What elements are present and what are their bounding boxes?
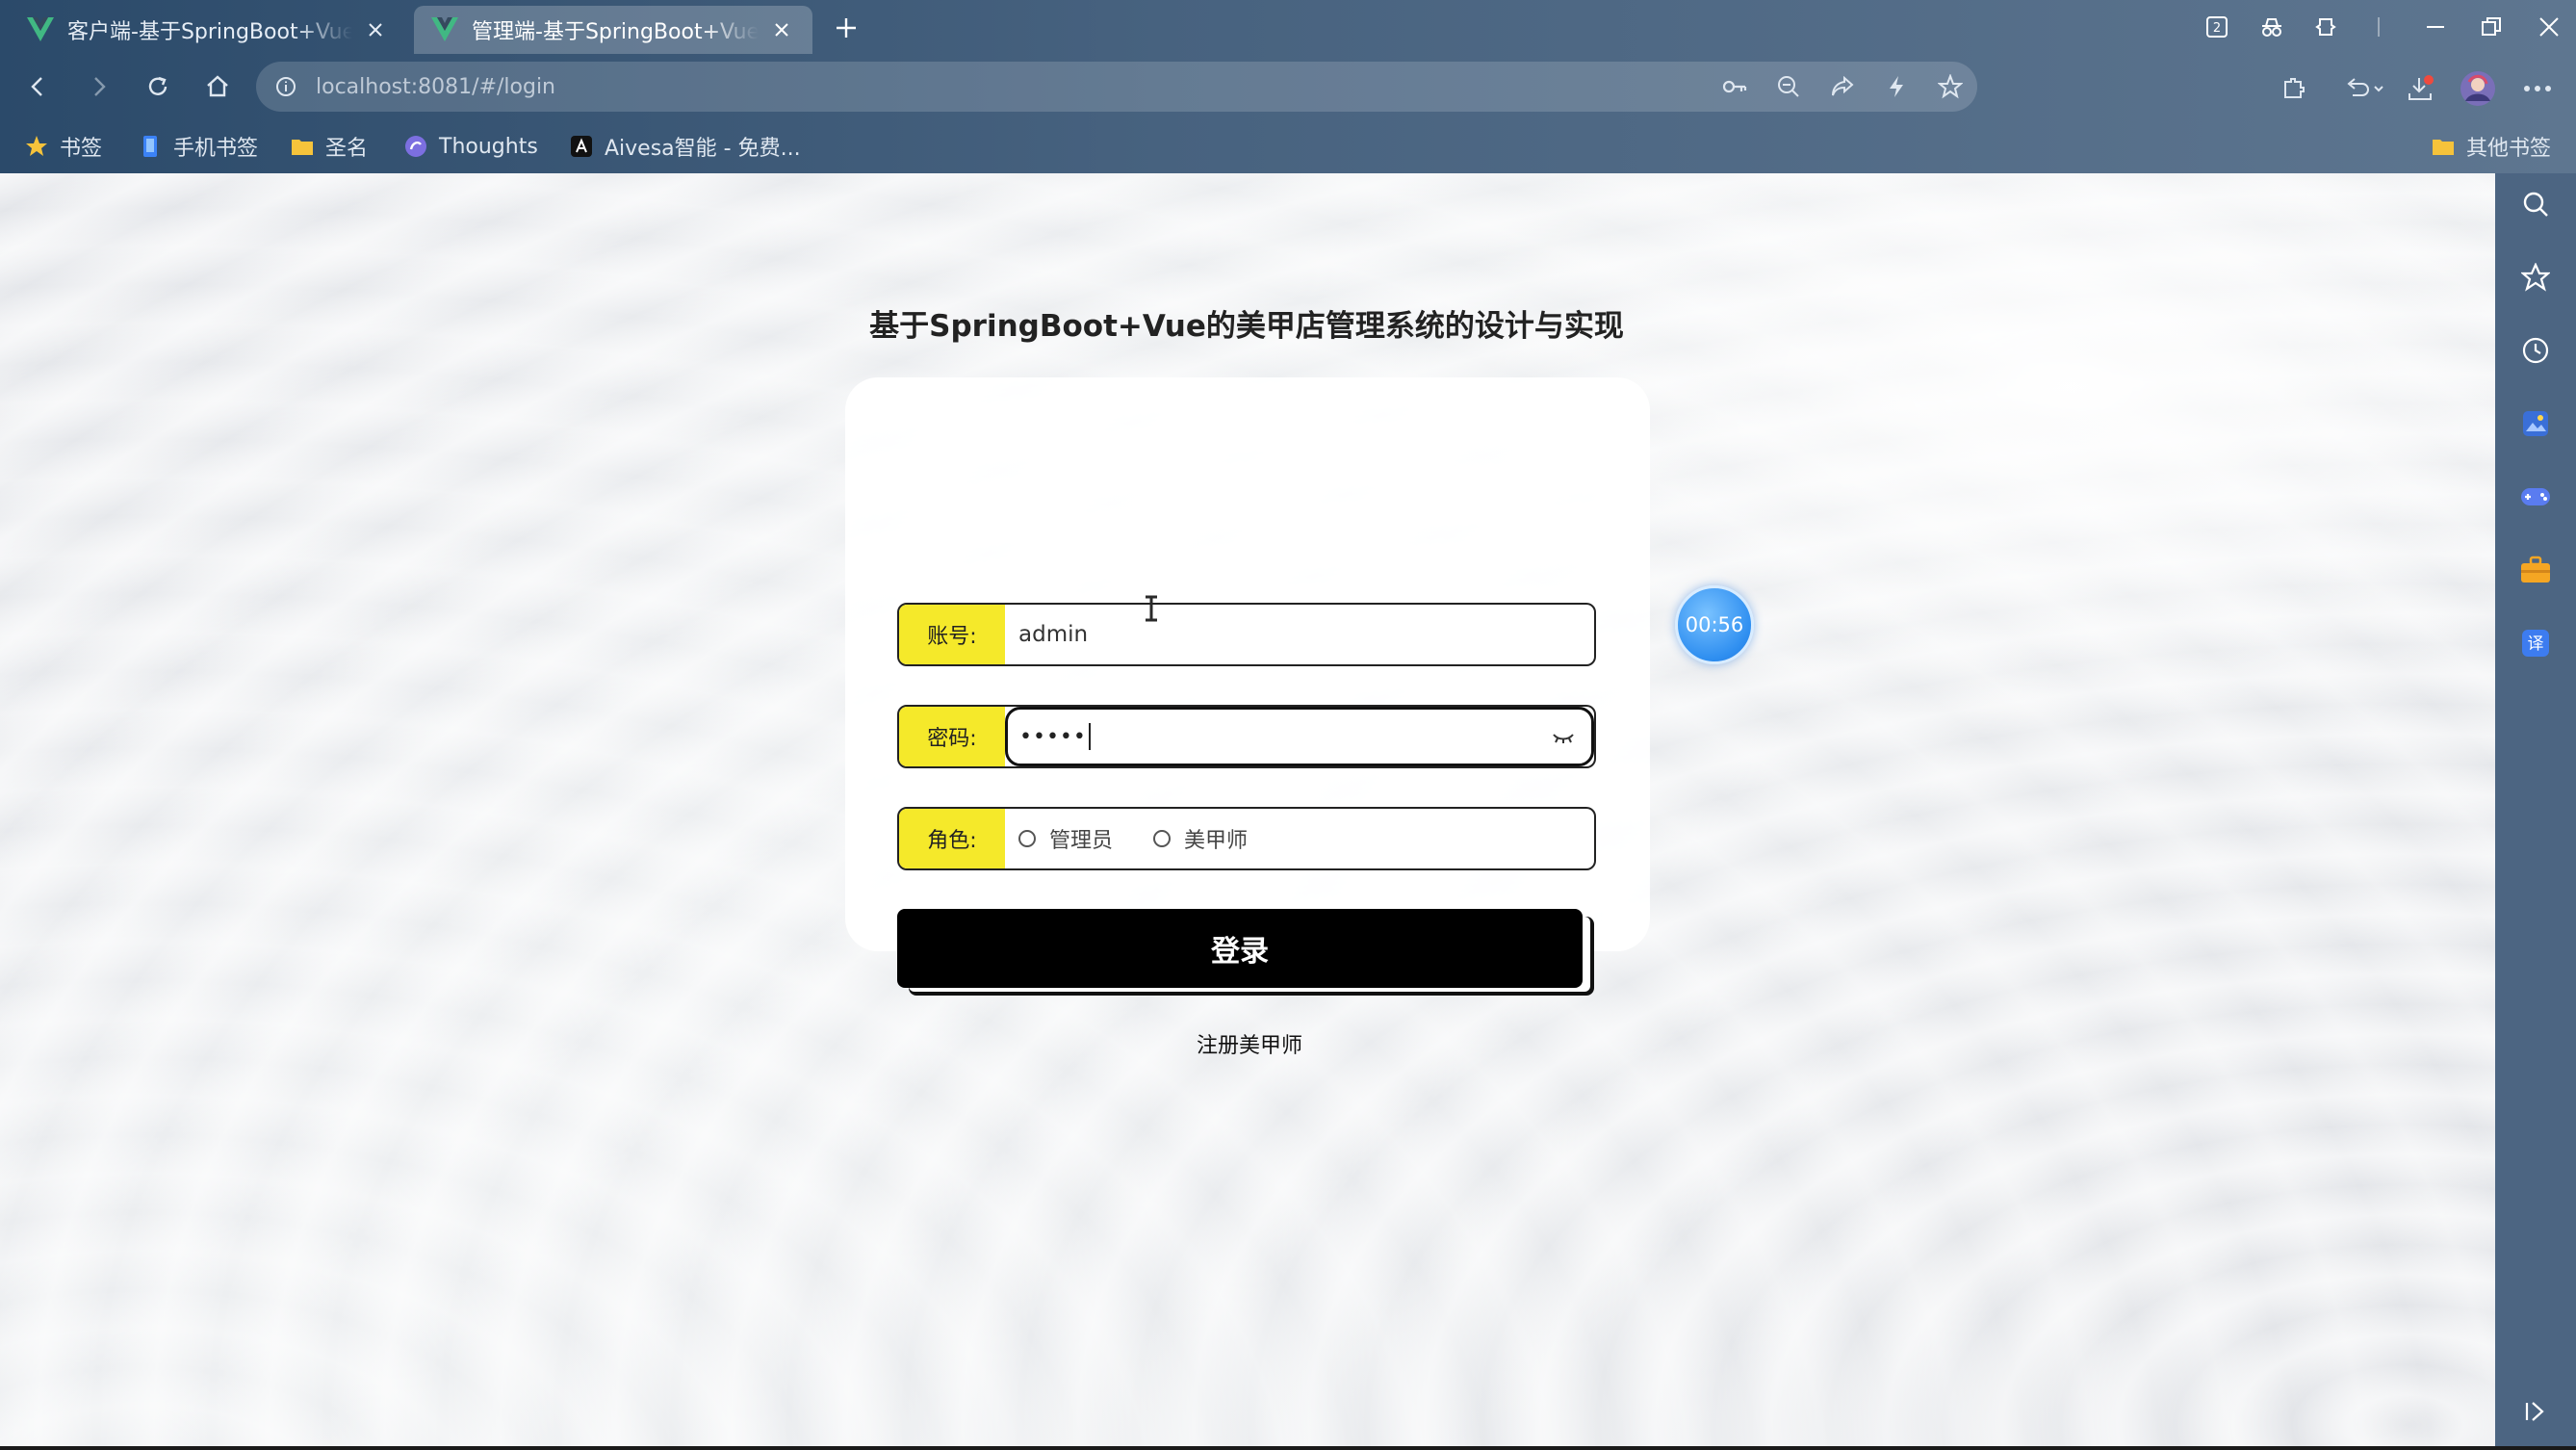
account-input[interactable]: admin xyxy=(1018,622,1088,647)
extensions-icon[interactable] xyxy=(2308,10,2343,44)
tab-title: 客户端-基于SpringBoot+Vue的美甲店管理系统的设计与实现 xyxy=(67,20,352,44)
screen-bottom-edge xyxy=(0,1446,2576,1450)
translate-icon[interactable]: 译 xyxy=(2516,624,2555,662)
tab-bar: 客户端-基于SpringBoot+Vue的美甲店管理系统的设计与实现 管理端-基… xyxy=(0,0,2576,54)
mouse-cursor-ibeam-icon xyxy=(1146,595,1157,622)
history-clock-icon[interactable] xyxy=(2516,331,2555,370)
radio-circle[interactable] xyxy=(1153,830,1172,847)
extension-puzzle-icon[interactable] xyxy=(2274,69,2312,108)
aivesa-icon xyxy=(571,136,592,157)
collapse-panel-icon[interactable] xyxy=(2516,1392,2555,1431)
reload-icon[interactable] xyxy=(141,69,175,104)
back-icon[interactable] xyxy=(21,69,56,104)
timer-badge[interactable]: 00:56 xyxy=(1675,585,1754,664)
bookmark-star-icon[interactable] xyxy=(1923,62,1977,112)
bookmark-label: Aivesa智能 - 免费... xyxy=(605,137,801,161)
search-icon[interactable] xyxy=(2516,185,2555,223)
favorites-star-icon[interactable] xyxy=(2516,258,2555,297)
browser-side-panel: 译 xyxy=(2495,173,2576,1446)
bookmark-item[interactable]: 手机书签 xyxy=(139,131,258,162)
key-icon[interactable] xyxy=(1708,62,1762,112)
other-bookmarks[interactable]: 其他书签 xyxy=(2432,131,2551,162)
password-field[interactable]: 密码: ••••• xyxy=(897,705,1596,768)
folder-icon xyxy=(292,140,313,155)
text-caret xyxy=(1088,723,1091,750)
restore-icon[interactable] xyxy=(2474,10,2509,44)
bookmarks-bar: 书签 手机书签 圣名 Thoughts Aivesa智能 - 免费... 其他书… xyxy=(0,119,2576,173)
password-value: ••••• xyxy=(1019,724,1087,749)
undo-menu-icon[interactable] xyxy=(2337,69,2391,108)
folder-icon xyxy=(2433,140,2454,155)
vue-logo-icon xyxy=(27,17,54,41)
page-title: 基于SpringBoot+Vue的美甲店管理系统的设计与实现 xyxy=(869,309,1624,344)
eye-closed-icon[interactable] xyxy=(1551,729,1576,748)
role-radio-manicurist[interactable]: 美甲师 xyxy=(1153,823,1248,854)
bookmark-item[interactable]: 书签 xyxy=(25,131,102,162)
svg-text:译: 译 xyxy=(2528,634,2544,654)
divider xyxy=(2378,17,2380,37)
new-tab-icon[interactable] xyxy=(830,12,863,44)
bookmark-label: 其他书签 xyxy=(2466,137,2552,161)
toolbox-icon[interactable] xyxy=(2516,551,2555,589)
url-text: localhost:8081/#/login xyxy=(316,74,556,99)
svg-text:2: 2 xyxy=(2213,21,2221,36)
bookmark-label: 圣名 xyxy=(325,137,369,161)
tab-admin[interactable]: 管理端-基于SpringBoot+Vue的美甲店管理系统的设计与实现 xyxy=(414,6,812,54)
password-input[interactable]: ••••• xyxy=(1005,707,1594,766)
bookmark-label: Thoughts xyxy=(439,134,538,159)
close-tab-icon[interactable] xyxy=(362,16,389,43)
address-bar[interactable]: localhost:8081/#/login xyxy=(256,62,1977,112)
game-controller-icon[interactable] xyxy=(2516,478,2555,516)
account-label: 账号: xyxy=(899,605,1005,664)
password-label: 密码: xyxy=(899,707,1005,766)
role-field: 角色: 管理员 美甲师 xyxy=(897,807,1596,870)
forward-icon[interactable] xyxy=(81,69,116,104)
tab-client[interactable]: 客户端-基于SpringBoot+Vue的美甲店管理系统的设计与实现 xyxy=(10,6,406,54)
account-field[interactable]: 账号: admin xyxy=(897,603,1596,666)
bookmark-item[interactable]: 圣名 xyxy=(291,131,368,162)
login-card: 账号: admin 密码: ••••• 角色: 管理员 美甲师 登录 注册美甲师 xyxy=(845,377,1650,1058)
address-row: localhost:8081/#/login xyxy=(0,54,2576,119)
bookmark-item[interactable]: Aivesa智能 - 免费... xyxy=(570,131,801,162)
role-label: 角色: xyxy=(899,809,1005,868)
phone-bookmark-icon xyxy=(143,136,157,157)
vue-logo-icon xyxy=(431,17,458,41)
register-link[interactable]: 注册美甲师 xyxy=(1163,1028,1336,1059)
browser-chrome: 客户端-基于SpringBoot+Vue的美甲店管理系统的设计与实现 管理端-基… xyxy=(0,0,2576,173)
login-button[interactable]: 登录 xyxy=(897,909,1583,988)
bookmark-label: 书签 xyxy=(60,137,103,161)
avatar[interactable] xyxy=(2459,69,2497,108)
star-icon xyxy=(26,136,47,156)
bookmark-item[interactable]: Thoughts xyxy=(404,131,538,162)
close-window-icon[interactable] xyxy=(2532,10,2566,44)
more-menu-icon[interactable] xyxy=(2518,69,2557,108)
incognito-icon[interactable] xyxy=(2254,10,2289,44)
thoughts-icon xyxy=(405,136,426,157)
role-radio-admin[interactable]: 管理员 xyxy=(1018,823,1113,854)
radio-circle[interactable] xyxy=(1018,830,1036,847)
zoom-out-icon[interactable] xyxy=(1762,62,1816,112)
info-icon[interactable] xyxy=(275,76,296,97)
radio-label: 管理员 xyxy=(1049,829,1114,853)
tab-title: 管理端-基于SpringBoot+Vue的美甲店管理系统的设计与实现 xyxy=(472,20,759,44)
home-icon[interactable] xyxy=(200,69,235,104)
close-tab-icon[interactable] xyxy=(768,16,795,43)
address-bar-icons xyxy=(1708,62,1977,112)
lightning-icon[interactable] xyxy=(1869,62,1923,112)
minimize-icon[interactable] xyxy=(2418,10,2453,44)
bookmark-label: 手机书签 xyxy=(173,137,259,161)
tab-count-icon[interactable]: 2 xyxy=(2201,10,2233,44)
download-icon[interactable] xyxy=(2401,69,2439,108)
share-icon[interactable] xyxy=(1816,62,1869,112)
image-app-icon[interactable] xyxy=(2516,404,2555,443)
radio-label: 美甲师 xyxy=(1184,829,1249,853)
